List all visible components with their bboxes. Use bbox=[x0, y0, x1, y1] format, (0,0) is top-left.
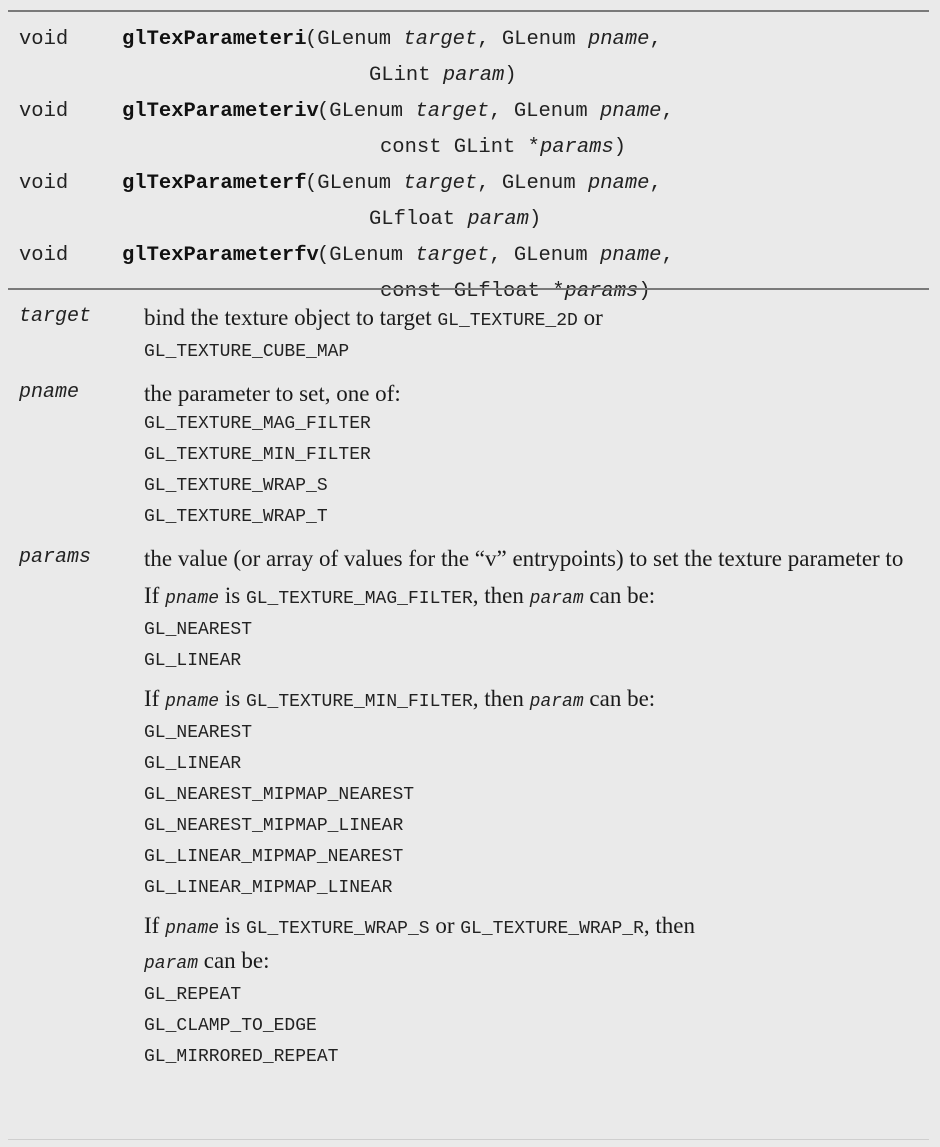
constant: GL_MIRRORED_REPEAT bbox=[144, 1047, 339, 1067]
constant: GL_LINEAR bbox=[144, 754, 242, 774]
param-name: target bbox=[19, 305, 92, 328]
param-name: pname bbox=[19, 381, 80, 404]
function-args: (GLenum target, GLenum pname, bbox=[317, 244, 674, 267]
constant: GL_NEAREST_MIPMAP_LINEAR bbox=[144, 816, 404, 836]
function-name: glTexParameteri bbox=[122, 28, 307, 51]
function-args-cont: GLint param) bbox=[369, 64, 517, 87]
constant: GL_TEXTURE_WRAP_S bbox=[144, 476, 328, 496]
function-args: (GLenum target, GLenum pname, bbox=[317, 100, 674, 123]
param-target: target bind the texture object to target… bbox=[19, 302, 924, 368]
parameter-list: target bind the texture object to target… bbox=[19, 302, 924, 1073]
constant: GL_CLAMP_TO_EDGE bbox=[144, 1016, 317, 1036]
function-name: glTexParameterfv bbox=[122, 244, 319, 267]
param-params: params the value (or array of values for… bbox=[19, 543, 924, 1073]
return-type: void bbox=[19, 28, 69, 51]
param-description: bind the texture object to target GL_TEX… bbox=[144, 302, 924, 368]
function-args-cont: GLfloat param) bbox=[369, 208, 542, 231]
constant: GL_TEXTURE_WRAP_T bbox=[144, 507, 328, 527]
constant: GL_TEXTURE_MAG_FILTER bbox=[144, 414, 371, 434]
bottom-rule bbox=[8, 1139, 929, 1140]
constant: GL_TEXTURE_MIN_FILTER bbox=[144, 445, 371, 465]
function-args-cont: const GLfloat *params) bbox=[380, 280, 651, 303]
function-args-cont: const GLint *params) bbox=[380, 136, 627, 159]
section-rule bbox=[8, 288, 929, 290]
params-intro: the value (or array of values for the “v… bbox=[144, 546, 904, 571]
top-rule bbox=[8, 10, 929, 12]
constant: GL_NEAREST bbox=[144, 723, 253, 743]
param-description: the parameter to set, one of: GL_TEXTURE… bbox=[144, 378, 924, 533]
function-args: (GLenum target, GLenum pname, bbox=[305, 172, 662, 195]
mag-filter-group: If pname is GL_TEXTURE_MAG_FILTER, then … bbox=[144, 580, 924, 677]
function-args: (GLenum target, GLenum pname, bbox=[305, 28, 662, 51]
constant: GL_TEXTURE_CUBE_MAP bbox=[144, 342, 350, 362]
constant: GL_NEAREST_MIPMAP_NEAREST bbox=[144, 785, 415, 805]
min-filter-group: If pname is GL_TEXTURE_MIN_FILTER, then … bbox=[144, 683, 924, 904]
constant: GL_LINEAR bbox=[144, 651, 242, 671]
return-type: void bbox=[19, 100, 69, 123]
param-description: the value (or array of values for the “v… bbox=[144, 543, 924, 1073]
wrap-group: If pname is GL_TEXTURE_WRAP_S or GL_TEXT… bbox=[144, 910, 924, 1073]
param-name: params bbox=[19, 546, 92, 569]
constant: GL_NEAREST bbox=[144, 620, 253, 640]
constant: GL_LINEAR_MIPMAP_NEAREST bbox=[144, 847, 404, 867]
param-pname: pname the parameter to set, one of: GL_T… bbox=[19, 378, 924, 533]
constant: GL_LINEAR_MIPMAP_LINEAR bbox=[144, 878, 393, 898]
constant: GL_REPEAT bbox=[144, 985, 242, 1005]
function-name: glTexParameteriv bbox=[122, 100, 319, 123]
function-name: glTexParameterf bbox=[122, 172, 307, 195]
reference-panel: void glTexParameteri (GLenum target, GLe… bbox=[0, 0, 940, 1147]
return-type: void bbox=[19, 244, 69, 267]
return-type: void bbox=[19, 172, 69, 195]
